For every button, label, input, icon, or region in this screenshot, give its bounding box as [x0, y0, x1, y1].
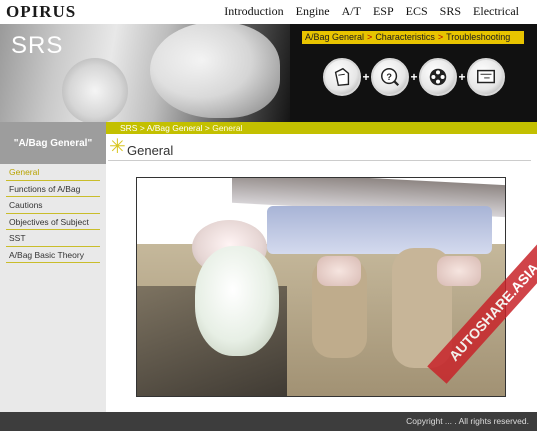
- crumb-separator: >: [367, 32, 373, 42]
- section-header: ✳ General: [108, 137, 531, 161]
- video-button[interactable]: [419, 58, 457, 96]
- help-button[interactable]: ?: [371, 58, 409, 96]
- film-reel-icon: [429, 68, 447, 86]
- star-icon: ✳: [109, 136, 126, 158]
- crumb-characteristics[interactable]: Characteristics: [375, 32, 435, 42]
- crumb-separator: >: [437, 32, 444, 42]
- tool-separator: +: [410, 70, 418, 84]
- nav-ecs[interactable]: ECS: [400, 4, 434, 19]
- headrest: [437, 256, 481, 286]
- crumb-troubleshooting[interactable]: Troubleshooting: [446, 32, 510, 42]
- monitor-button[interactable]: [467, 58, 505, 96]
- top-bar: OPIRUS Introduction Engine A/T ESP ECS S…: [0, 0, 537, 24]
- sidebar-item-general[interactable]: General: [6, 164, 100, 181]
- breadcrumb-abag-general[interactable]: A/Bag General: [147, 123, 203, 133]
- nav-engine[interactable]: Engine: [290, 4, 336, 19]
- sidebar-title: "A/Bag General": [0, 122, 106, 164]
- breadcrumb-srs[interactable]: SRS: [120, 123, 137, 133]
- section-crumbs: A/Bag General > Characteristics > Troublesho…: [302, 31, 524, 44]
- breadcrumb: SRS > A/Bag General > General: [106, 122, 537, 134]
- crumb-abag-general[interactable]: A/Bag General: [305, 32, 364, 42]
- tool-separator: +: [458, 70, 466, 84]
- copyright-text: Copyright ... . All rights reserved.: [406, 416, 529, 426]
- sidebar-item-functions[interactable]: Functions of A/Bag: [6, 181, 100, 197]
- sidebar-item-cautions[interactable]: Cautions: [6, 197, 100, 214]
- airbag-graphic: [150, 24, 280, 118]
- nav-srs[interactable]: SRS: [434, 4, 467, 19]
- tool-buttons: + ? + +: [323, 58, 505, 96]
- footer: Copyright ... . All rights reserved.: [0, 412, 537, 431]
- banner-title: SRS: [11, 32, 64, 59]
- steering-wheel-graphic: [62, 58, 128, 122]
- main-content: SRS > A/Bag General > General ✳ General: [106, 122, 537, 412]
- sidebar-item-basic-theory[interactable]: A/Bag Basic Theory: [6, 247, 100, 263]
- sidebar-item-sst[interactable]: SST: [6, 230, 100, 247]
- document-icon: [334, 67, 350, 86]
- sidebar-menu: General Functions of A/Bag Cautions Obje…: [0, 164, 106, 263]
- nav-esp[interactable]: ESP: [367, 4, 400, 19]
- driver-airbag: [195, 246, 279, 356]
- nav-electrical[interactable]: Electrical: [467, 4, 525, 19]
- nav-at[interactable]: A/T: [336, 4, 367, 19]
- sidebar-item-objectives[interactable]: Objectives of Subject: [6, 214, 100, 230]
- page-title: General: [127, 143, 174, 158]
- breadcrumb-current: General: [212, 123, 243, 133]
- top-nav: Introduction Engine A/T ESP ECS SRS Elec…: [218, 4, 525, 19]
- brand-logo: OPIRUS: [6, 2, 77, 21]
- banner: SRS A/Bag General > Characteristics > Troubl…: [0, 24, 537, 122]
- sidebar: "A/Bag General" General Functions of A/B…: [0, 122, 106, 412]
- breadcrumb-separator: >: [204, 123, 210, 133]
- question-icon: ?: [381, 68, 400, 87]
- tool-separator: +: [362, 70, 370, 84]
- breadcrumb-separator: >: [139, 123, 145, 133]
- nav-introduction[interactable]: Introduction: [218, 4, 289, 19]
- headrest: [317, 256, 361, 286]
- svg-text:?: ?: [386, 72, 392, 82]
- document-button[interactable]: [323, 58, 361, 96]
- monitor-icon: [477, 69, 495, 84]
- curtain-airbag: [267, 206, 492, 254]
